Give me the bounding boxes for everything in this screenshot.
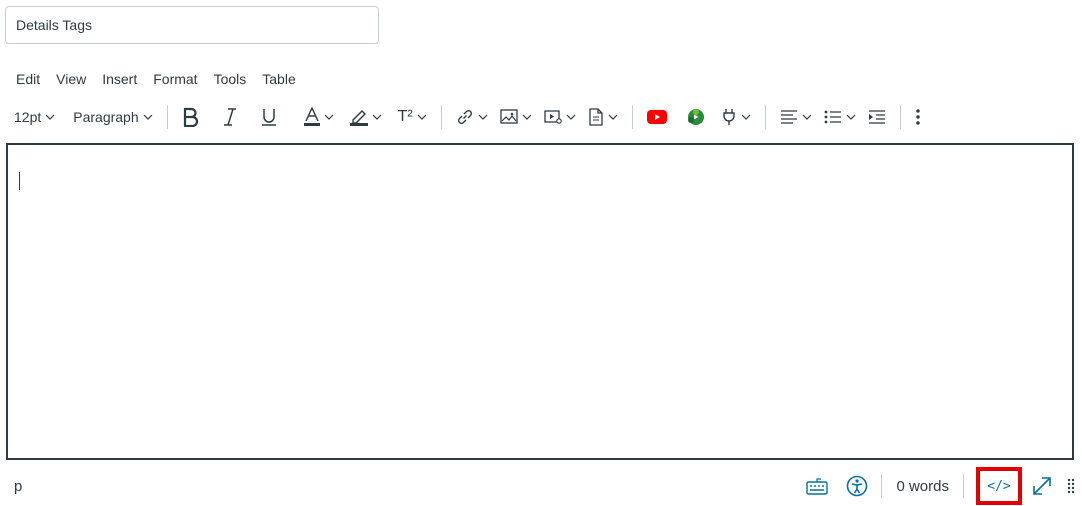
document-icon xyxy=(589,108,603,126)
statusbar-separator xyxy=(963,474,964,498)
block-format-value: Paragraph xyxy=(73,109,139,125)
menu-table[interactable]: Table xyxy=(254,67,303,91)
text-color-icon xyxy=(303,107,320,126)
chevron-down-icon xyxy=(143,114,153,120)
toolbar-separator xyxy=(631,105,633,129)
indent-icon xyxy=(868,110,885,124)
media-dropdown[interactable] xyxy=(540,101,580,133)
chevron-down-icon xyxy=(741,114,751,120)
block-format-dropdown[interactable]: Paragraph xyxy=(69,101,156,133)
link-icon xyxy=(457,109,472,125)
keyboard-shortcuts-button[interactable] xyxy=(799,468,835,504)
chevron-down-icon xyxy=(478,114,488,120)
element-path[interactable]: p xyxy=(14,478,22,495)
chevron-down-icon xyxy=(372,114,382,120)
menu-insert[interactable]: Insert xyxy=(94,67,145,91)
toolbar-separator xyxy=(440,105,442,129)
resize-handle[interactable] xyxy=(1060,468,1082,504)
document-dropdown[interactable] xyxy=(584,101,622,133)
rich-text-editor-area[interactable] xyxy=(6,143,1074,460)
fullscreen-button[interactable] xyxy=(1024,468,1060,504)
drag-grip-icon xyxy=(1067,478,1075,494)
italic-icon xyxy=(223,108,236,126)
superscript-icon: T² xyxy=(397,108,413,125)
apps-plugin-dropdown[interactable] xyxy=(717,101,755,133)
statusbar-actions: 0 words </> xyxy=(799,466,1082,506)
chevron-down-icon xyxy=(417,114,427,120)
chevron-down-icon xyxy=(324,114,334,120)
italic-button[interactable] xyxy=(218,101,242,133)
align-left-icon xyxy=(780,110,797,124)
image-dropdown[interactable] xyxy=(496,101,536,133)
align-dropdown[interactable] xyxy=(776,101,816,133)
chevron-down-icon xyxy=(608,114,618,120)
expand-diagonal-icon xyxy=(1033,477,1051,495)
statusbar-separator xyxy=(881,474,883,498)
superscript-dropdown[interactable]: T² xyxy=(394,101,431,133)
vertical-ellipsis-icon xyxy=(916,109,920,125)
youtube-icon xyxy=(646,110,667,124)
editor-statusbar: p 0 words </> xyxy=(0,466,1082,506)
chevron-down-icon xyxy=(846,114,856,120)
underline-icon xyxy=(261,109,276,126)
highlight-color-dropdown[interactable] xyxy=(346,101,386,133)
chevron-down-icon xyxy=(802,114,812,120)
image-icon xyxy=(500,109,518,124)
font-size-value: 12pt xyxy=(14,109,42,125)
accessibility-checker-button[interactable] xyxy=(839,468,875,504)
menu-format[interactable]: Format xyxy=(145,67,205,91)
title-input[interactable] xyxy=(5,6,379,44)
media-icon xyxy=(544,110,562,124)
text-caret xyxy=(19,172,20,190)
chevron-down-icon xyxy=(566,114,576,120)
toolbar-separator xyxy=(764,105,766,129)
bullet-list-icon xyxy=(824,110,841,124)
menu-view[interactable]: View xyxy=(48,67,94,91)
menu-tools[interactable]: Tools xyxy=(206,67,255,91)
underline-button[interactable] xyxy=(256,101,282,133)
font-size-dropdown[interactable]: 12pt xyxy=(10,101,59,133)
word-count: 0 words xyxy=(896,477,949,495)
indent-button[interactable] xyxy=(864,101,890,133)
plug-icon xyxy=(723,109,735,125)
chevron-down-icon xyxy=(45,114,55,120)
keyboard-icon xyxy=(806,478,829,495)
more-options-button[interactable] xyxy=(911,101,925,133)
html-editor-button[interactable]: </> xyxy=(976,467,1022,505)
editor-menubar: Edit View Insert Format Tools Table xyxy=(8,66,304,92)
bold-icon xyxy=(183,107,198,127)
toolbar-separator xyxy=(899,105,901,129)
code-icon: </> xyxy=(987,478,1011,494)
highlighter-icon xyxy=(349,110,368,126)
studio-plugin-button[interactable] xyxy=(683,101,709,133)
editor-toolbar: 12pt Paragraph T² xyxy=(8,100,927,134)
list-dropdown[interactable] xyxy=(820,101,860,133)
green-play-logo-icon xyxy=(687,109,704,125)
text-color-dropdown[interactable] xyxy=(300,101,338,133)
menu-edit[interactable]: Edit xyxy=(8,67,48,91)
chevron-down-icon xyxy=(522,114,532,120)
link-dropdown[interactable] xyxy=(452,101,492,133)
accessibility-icon xyxy=(847,475,868,497)
toolbar-separator xyxy=(166,105,168,129)
bold-button[interactable] xyxy=(178,101,204,133)
youtube-button[interactable] xyxy=(643,101,671,133)
